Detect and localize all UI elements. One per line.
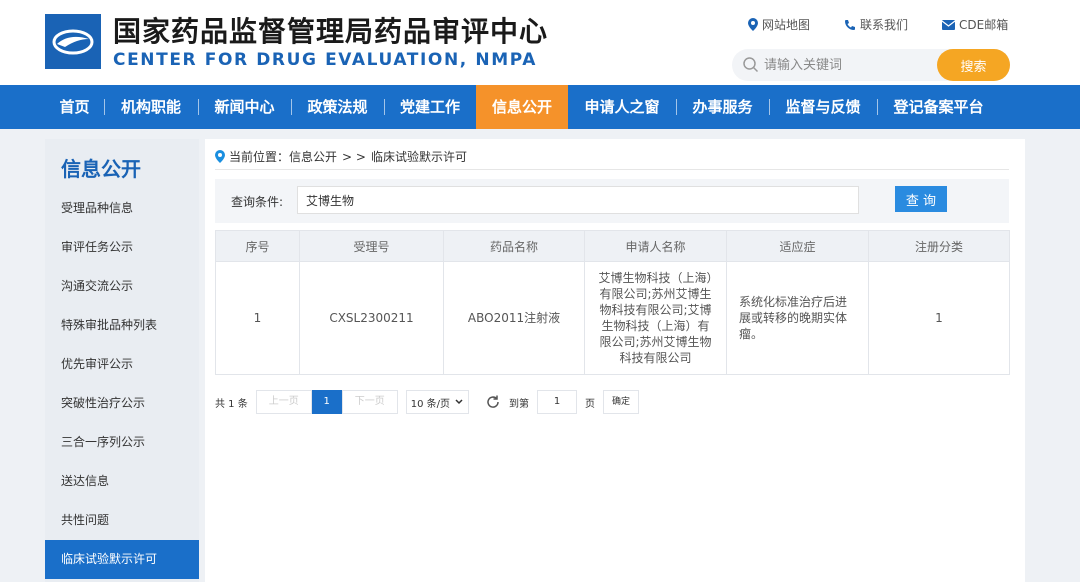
col-indication: 适应症 [726, 230, 869, 262]
nav-functions[interactable]: 机构职能 [104, 85, 198, 129]
nav-divider [769, 99, 770, 115]
sitemap-label: 网站地图 [762, 18, 811, 32]
nav-divider [198, 99, 199, 115]
sidebar-item-clinical-trial-permit[interactable]: 临床试验默示许可 [45, 540, 199, 579]
table-row: 1 CXSL2300211 ABO2011注射液 艾博生物科技（上海）有限公司;… [215, 261, 1010, 375]
sitemap-link[interactable]: 网站地图 [748, 16, 810, 33]
nav-registration[interactable]: 登记备案平台 [877, 85, 1000, 129]
cell-drug-name: ABO2011注射液 [443, 261, 585, 375]
logo-icon [52, 29, 94, 54]
main-nav: 首页 机构职能 新闻中心 政策法规 党建工作 信息公开 申请人之窗 办事服务 监… [0, 85, 1080, 129]
nav-divider [384, 99, 385, 115]
nav-applicant[interactable]: 申请人之窗 [568, 85, 676, 129]
pagination: 共 1 条 上一页 1 下一页 10 条/页 到第 1 页 确定 [215, 390, 640, 414]
nav-services[interactable]: 办事服务 [676, 85, 769, 129]
nmpa-logo[interactable] [45, 14, 101, 69]
search-button[interactable]: 搜索 [937, 49, 1010, 81]
col-applicant: 申请人名称 [584, 230, 727, 262]
sidebar-item-priority-review[interactable]: 优先审评公示 [45, 345, 199, 384]
site-header: 国家药品监督管理局药品审评中心 CENTER FOR DRUG EVALUATI… [0, 0, 1080, 85]
query-input[interactable] [297, 186, 859, 214]
nav-divider [877, 99, 878, 115]
site-title-en: CENTER FOR DRUG EVALUATION, NMPA [113, 50, 537, 70]
sidebar-item-delivery[interactable]: 送达信息 [45, 462, 199, 501]
contact-label: 联系我们 [860, 18, 909, 32]
query-button[interactable]: 查 询 [895, 186, 947, 212]
mail-icon [942, 19, 956, 30]
sidebar-item-three-in-one[interactable]: 三合一序列公示 [45, 423, 199, 462]
page-unit-label: 页 [585, 398, 596, 410]
sidebar-item-review-tasks[interactable]: 审评任务公示 [45, 228, 199, 267]
page-size-select[interactable]: 10 条/页 [405, 390, 470, 414]
nav-divider [676, 99, 677, 115]
goto-confirm-button[interactable]: 确定 [603, 390, 640, 414]
contact-link[interactable]: 联系我们 [844, 16, 908, 33]
results-table: 序号 受理号 药品名称 申请人名称 适应症 注册分类 1 CXSL2300211… [215, 230, 1010, 375]
breadcrumb-current[interactable]: 临床试验默示许可 [371, 148, 467, 165]
refresh-button[interactable] [485, 394, 501, 410]
col-index: 序号 [215, 230, 300, 262]
phone-icon [845, 19, 856, 30]
search-bar: 搜索 [732, 49, 1010, 81]
nav-info-public[interactable]: 信息公开 [476, 85, 568, 129]
cde-mail-label: CDE邮箱 [959, 18, 1009, 32]
sidebar: 信息公开 受理品种信息 审评任务公示 沟通交流公示 特殊审批品种列表 优先审评公… [45, 139, 199, 582]
nav-news[interactable]: 新闻中心 [198, 85, 291, 129]
sidebar-list: 受理品种信息 审评任务公示 沟通交流公示 特殊审批品种列表 优先审评公示 突破性… [45, 189, 199, 579]
page-size-value: 10 条/页 [410, 398, 451, 410]
chevron-down-icon [455, 399, 463, 405]
goto-page-input[interactable]: 1 [537, 390, 578, 414]
location-pin-icon [748, 18, 758, 31]
cell-applicant: 艾博生物科技（上海）有限公司;苏州艾博生物科技有限公司;艾博生物科技（上海）有限… [584, 261, 727, 375]
col-accept-no: 受理号 [299, 230, 444, 262]
breadcrumb-prefix[interactable]: 当前位置：信息公开 [229, 148, 337, 165]
breadcrumb-divider [215, 169, 1009, 170]
search-icon [743, 57, 759, 73]
sidebar-item-breakthrough[interactable]: 突破性治疗公示 [45, 384, 199, 423]
table-header-row: 序号 受理号 药品名称 申请人名称 适应症 注册分类 [215, 230, 1010, 262]
breadcrumb-separator: > > [342, 149, 366, 164]
cde-mail-link[interactable]: CDE邮箱 [942, 16, 1008, 33]
nav-feedback[interactable]: 监督与反馈 [769, 85, 877, 129]
nav-party[interactable]: 党建工作 [384, 85, 476, 129]
location-pin-icon [215, 150, 225, 163]
sidebar-item-common-issues[interactable]: 共性问题 [45, 501, 199, 540]
refresh-icon [487, 395, 499, 408]
cell-category: 1 [868, 261, 1010, 375]
goto-label: 到第 [509, 398, 530, 410]
nav-divider [104, 99, 105, 115]
top-links: 网站地图 联系我们 CDE邮箱 [748, 16, 1008, 33]
cell-index: 1 [215, 261, 300, 375]
prev-page-button[interactable]: 上一页 [255, 390, 312, 414]
sidebar-title: 信息公开 [61, 157, 141, 181]
sidebar-item-communication[interactable]: 沟通交流公示 [45, 267, 199, 306]
main-content: 当前位置：信息公开 > > 临床试验默示许可 查询条件: 查 询 序号 受理号 … [205, 139, 1025, 582]
nav-policy[interactable]: 政策法规 [291, 85, 384, 129]
breadcrumb: 当前位置：信息公开 > > 临床试验默示许可 [215, 148, 467, 165]
cell-indication: 系统化标准治疗后进展或转移的晚期实体瘤。 [726, 261, 869, 375]
nav-divider [291, 99, 292, 115]
total-count: 共 1 条 [215, 398, 248, 410]
site-title-cn: 国家药品监督管理局药品审评中心 [113, 15, 549, 48]
sidebar-item-special-approval[interactable]: 特殊审批品种列表 [45, 306, 199, 345]
cell-accept-no: CXSL2300211 [299, 261, 444, 375]
page-number-current[interactable]: 1 [311, 390, 342, 414]
nav-home[interactable]: 首页 [45, 85, 104, 129]
next-page-button[interactable]: 下一页 [341, 390, 398, 414]
col-category: 注册分类 [868, 230, 1010, 262]
sidebar-item-accepted-varieties[interactable]: 受理品种信息 [45, 189, 199, 228]
col-drug-name: 药品名称 [443, 230, 585, 262]
query-label: 查询条件: [231, 195, 284, 209]
search-input[interactable] [764, 49, 934, 81]
query-panel: 查询条件: 查 询 [215, 179, 1009, 223]
